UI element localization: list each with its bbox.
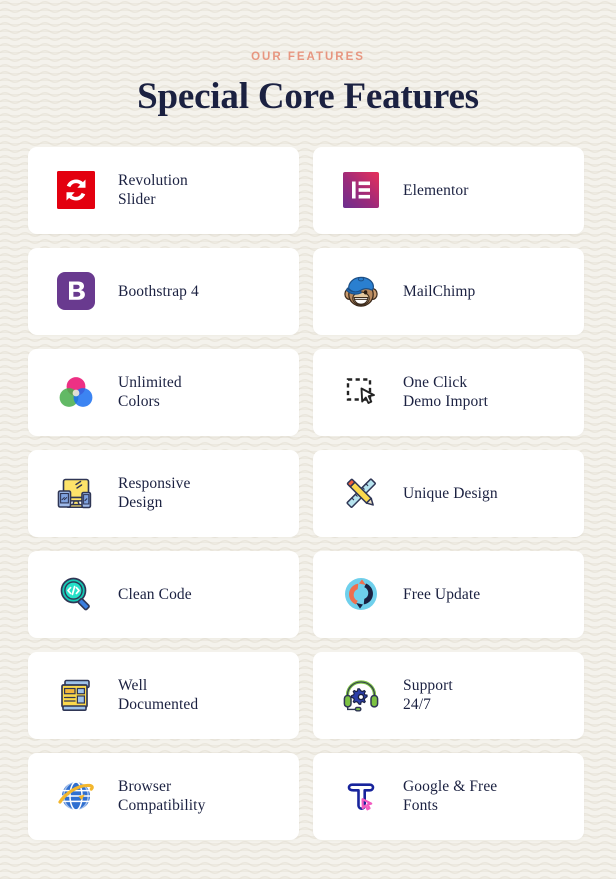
feature-card-support[interactable]: Support 24/7 [313, 651, 584, 739]
feature-card-mailchimp[interactable]: MailChimp [313, 247, 584, 335]
feature-title: Free Update [403, 585, 481, 603]
feature-title: Responsive Design [118, 474, 191, 512]
feature-card-well-documented[interactable]: Well Documented [28, 651, 299, 739]
feature-title: Revolution Slider [118, 171, 188, 209]
feature-title: Clean Code [118, 585, 192, 603]
feature-title: Well Documented [118, 676, 199, 714]
click-select-icon [339, 370, 383, 414]
feature-card-one-click-demo-import[interactable]: One Click Demo Import [313, 348, 584, 436]
feature-title: Elementor [403, 181, 469, 199]
section-header: OUR FEATURES Special Core Features [0, 0, 616, 117]
feature-card-revolution-slider[interactable]: Revolution Slider [28, 146, 299, 234]
feature-title: MailChimp [403, 282, 476, 300]
responsive-devices-icon [54, 471, 98, 515]
pencil-ruler-icon [339, 471, 383, 515]
globe-orbit-icon [54, 774, 98, 818]
bootstrap-icon [54, 269, 98, 313]
feature-card-unlimited-colors[interactable]: Unlimited Colors [28, 348, 299, 436]
mailchimp-icon [339, 269, 383, 313]
feature-title: Boothstrap 4 [118, 282, 199, 300]
features-grid: Revolution Slider Elementor Boothstrap 4… [0, 117, 616, 840]
features-page: OUR FEATURES Special Core Features Revol… [0, 0, 616, 840]
revolution-slider-icon [54, 168, 98, 212]
feature-card-browser-compatibility[interactable]: Browser Compatibility [28, 752, 299, 840]
feature-card-elementor[interactable]: Elementor [313, 146, 584, 234]
feature-card-bootstrap[interactable]: Boothstrap 4 [28, 247, 299, 335]
feature-card-free-update[interactable]: Free Update [313, 550, 584, 638]
feature-card-responsive-design[interactable]: Responsive Design [28, 449, 299, 537]
font-t-cursor-icon [339, 774, 383, 818]
feature-title: Browser Compatibility [118, 777, 206, 815]
feature-title: Google & Free Fonts [403, 777, 498, 815]
feature-card-unique-design[interactable]: Unique Design [313, 449, 584, 537]
section-eyebrow: OUR FEATURES [251, 51, 365, 63]
feature-title: Support 24/7 [403, 676, 453, 714]
elementor-icon [339, 168, 383, 212]
feature-title: Unlimited Colors [118, 373, 182, 411]
feature-title: One Click Demo Import [403, 373, 489, 411]
code-magnifier-icon [54, 572, 98, 616]
feature-card-google-free-fonts[interactable]: Google & Free Fonts [313, 752, 584, 840]
refresh-circle-icon [339, 572, 383, 616]
documents-icon [54, 673, 98, 717]
page-title: Special Core Features [137, 75, 479, 117]
feature-title: Unique Design [403, 484, 498, 502]
feature-card-clean-code[interactable]: Clean Code [28, 550, 299, 638]
headset-gear-icon [339, 673, 383, 717]
color-circles-icon [54, 370, 98, 414]
